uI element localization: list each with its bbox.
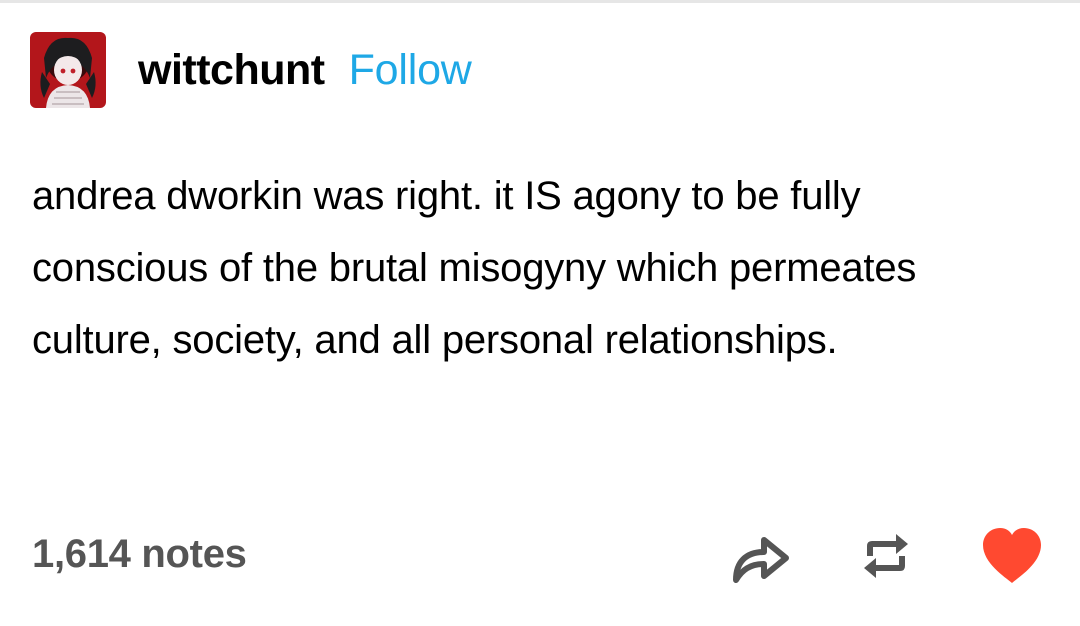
notes-count[interactable]: 1,614 notes xyxy=(32,532,247,577)
top-divider xyxy=(0,0,1080,3)
share-arrow-icon xyxy=(733,537,789,583)
avatar[interactable] xyxy=(30,32,106,108)
reblog-icon xyxy=(864,534,908,578)
post-text: andrea dworkin was right. it IS agony to… xyxy=(32,174,917,362)
reblog-button[interactable] xyxy=(852,524,920,588)
heart-icon xyxy=(983,528,1041,583)
post-footer: 1,614 notes xyxy=(32,524,1052,588)
post-header: wittchunt Follow xyxy=(30,32,472,108)
share-button[interactable] xyxy=(726,524,794,588)
follow-button[interactable]: Follow xyxy=(349,46,472,95)
blog-name[interactable]: wittchunt xyxy=(138,46,325,95)
like-button[interactable] xyxy=(978,524,1046,588)
avatar-image xyxy=(30,32,106,108)
